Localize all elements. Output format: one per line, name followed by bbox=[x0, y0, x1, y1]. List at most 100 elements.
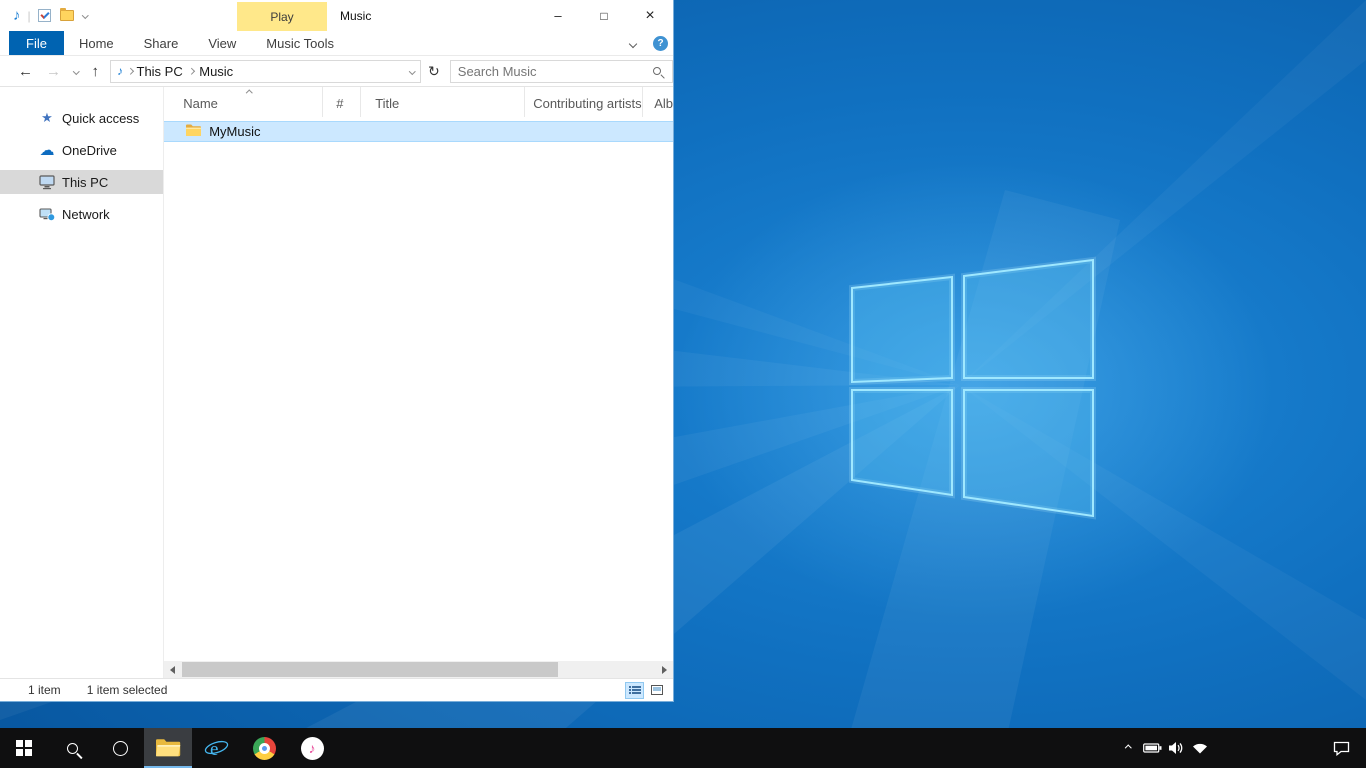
windows-logo-icon bbox=[16, 740, 32, 756]
address-row: ← → ↑ ♪ This PC Music ↻ bbox=[0, 56, 673, 87]
chevron-up-icon bbox=[1125, 745, 1131, 751]
battery-icon[interactable] bbox=[1140, 728, 1164, 768]
recent-locations-dropdown-icon[interactable] bbox=[73, 68, 79, 74]
tab-file[interactable]: File bbox=[9, 31, 64, 55]
properties-icon[interactable] bbox=[38, 9, 51, 22]
window-controls: – □ × bbox=[535, 0, 673, 31]
title-bar: ♪ | Play Music – □ × bbox=[0, 0, 673, 31]
selection-count: 1 item selected bbox=[87, 683, 168, 697]
ribbon-right-buttons: ? bbox=[625, 31, 668, 56]
taskbar-search-button[interactable] bbox=[48, 728, 96, 768]
chevron-down-icon bbox=[629, 39, 637, 47]
file-explorer-window: ♪ | Play Music – □ × File Home bbox=[0, 0, 674, 702]
internet-explorer-button[interactable]: e bbox=[192, 728, 240, 768]
search-input[interactable] bbox=[458, 64, 653, 79]
quick-access-toolbar bbox=[38, 9, 88, 22]
column-header-name[interactable]: Name bbox=[164, 87, 323, 117]
volume-icon[interactable] bbox=[1164, 728, 1188, 768]
action-center-icon bbox=[1333, 741, 1350, 756]
breadcrumb-this-pc[interactable]: This PC bbox=[133, 64, 187, 79]
thumbnails-view-button[interactable] bbox=[647, 682, 666, 699]
window-title: Music bbox=[340, 0, 371, 31]
column-headers: Name # Title Contributing artists Alb bbox=[164, 87, 673, 117]
folder-icon bbox=[185, 123, 202, 140]
file-list-area: Name # Title Contributing artists Alb bbox=[164, 87, 673, 678]
tab-view[interactable]: View bbox=[193, 31, 251, 55]
address-bar[interactable]: ♪ This PC Music bbox=[110, 60, 421, 83]
status-bar: 1 item 1 item selected bbox=[0, 678, 673, 701]
search-icon bbox=[67, 743, 78, 754]
main-area: ★ Quick access ☁ OneDrive This bbox=[0, 87, 673, 678]
contextual-tab-label: Play bbox=[270, 10, 293, 24]
up-button[interactable]: ↑ bbox=[92, 64, 100, 79]
back-button[interactable]: ← bbox=[18, 64, 33, 79]
column-header-number[interactable]: # bbox=[323, 87, 361, 117]
this-pc-icon bbox=[38, 175, 56, 190]
file-explorer-icon bbox=[155, 737, 181, 758]
navigation-pane: ★ Quick access ☁ OneDrive This bbox=[0, 87, 164, 678]
tab-home[interactable]: Home bbox=[64, 31, 129, 55]
scrollbar-thumb[interactable] bbox=[182, 662, 558, 677]
cortana-button[interactable] bbox=[96, 728, 144, 768]
sort-ascending-icon bbox=[246, 90, 252, 96]
network-icon bbox=[38, 208, 56, 221]
address-music-icon: ♪ bbox=[117, 64, 123, 78]
sidebar-item-quick-access[interactable]: ★ Quick access bbox=[0, 106, 163, 130]
windows-logo bbox=[852, 260, 1093, 516]
navigation-buttons: ← → ↑ bbox=[0, 64, 99, 79]
taskbar: e ♪ bbox=[0, 728, 1366, 768]
internet-explorer-icon: e bbox=[203, 735, 230, 761]
view-toggles bbox=[625, 682, 666, 699]
quick-access-star-icon: ★ bbox=[41, 110, 53, 126]
item-count: 1 item bbox=[28, 683, 61, 697]
qat-separator: | bbox=[28, 9, 31, 23]
system-tray bbox=[1116, 728, 1366, 768]
contextual-tab-badge: Play bbox=[237, 2, 327, 31]
search-icon[interactable] bbox=[653, 67, 661, 75]
file-explorer-taskbar-button[interactable] bbox=[144, 728, 192, 768]
sidebar-item-onedrive[interactable]: ☁ OneDrive bbox=[0, 138, 163, 162]
thumbnails-view-icon bbox=[651, 685, 663, 695]
breadcrumb-chevron-icon[interactable] bbox=[188, 68, 194, 74]
column-header-album[interactable]: Alb bbox=[643, 87, 673, 117]
ribbon-tabs: File Home Share View Music Tools bbox=[0, 31, 673, 56]
close-button[interactable]: × bbox=[627, 0, 673, 31]
action-center-button[interactable] bbox=[1316, 728, 1366, 768]
details-view-icon bbox=[629, 685, 641, 695]
chrome-icon bbox=[253, 737, 276, 760]
file-rows: MyMusic bbox=[164, 117, 673, 142]
address-dropdown-icon[interactable] bbox=[409, 68, 415, 74]
scroll-left-icon[interactable] bbox=[164, 666, 181, 674]
sidebar-item-network[interactable]: Network bbox=[0, 202, 163, 226]
itunes-icon: ♪ bbox=[301, 737, 324, 760]
scroll-right-icon[interactable] bbox=[656, 666, 673, 674]
tab-share[interactable]: Share bbox=[129, 31, 194, 55]
column-header-title[interactable]: Title bbox=[361, 87, 525, 117]
hidden-icons-button[interactable] bbox=[1116, 728, 1140, 768]
itunes-button[interactable]: ♪ bbox=[288, 728, 336, 768]
breadcrumb-music[interactable]: Music bbox=[195, 64, 237, 79]
file-row-mymusic[interactable]: MyMusic bbox=[164, 121, 673, 142]
horizontal-scrollbar[interactable] bbox=[164, 661, 673, 678]
search-box bbox=[450, 60, 673, 83]
tab-music-tools[interactable]: Music Tools bbox=[251, 31, 349, 55]
wifi-icon[interactable] bbox=[1188, 728, 1212, 768]
minimize-button[interactable]: – bbox=[535, 0, 581, 31]
forward-button[interactable]: → bbox=[46, 64, 61, 79]
desktop: ♪ | Play Music – □ × File Home bbox=[0, 0, 1366, 728]
file-name: MyMusic bbox=[209, 124, 260, 139]
maximize-button[interactable]: □ bbox=[581, 0, 627, 31]
qat-dropdown-icon[interactable] bbox=[82, 12, 88, 18]
help-button[interactable]: ? bbox=[653, 36, 668, 51]
music-note-icon: ♪ bbox=[13, 8, 21, 23]
column-header-contributing-artists[interactable]: Contributing artists bbox=[525, 87, 643, 117]
details-view-button[interactable] bbox=[625, 682, 644, 699]
start-button[interactable] bbox=[0, 728, 48, 768]
sidebar-item-this-pc[interactable]: This PC bbox=[0, 170, 163, 194]
chrome-button[interactable] bbox=[240, 728, 288, 768]
onedrive-cloud-icon: ☁ bbox=[40, 141, 55, 159]
new-folder-icon[interactable] bbox=[60, 10, 74, 21]
refresh-button[interactable]: ↻ bbox=[426, 63, 442, 80]
cortana-icon bbox=[113, 741, 128, 756]
ribbon-expand-button[interactable] bbox=[625, 36, 641, 52]
